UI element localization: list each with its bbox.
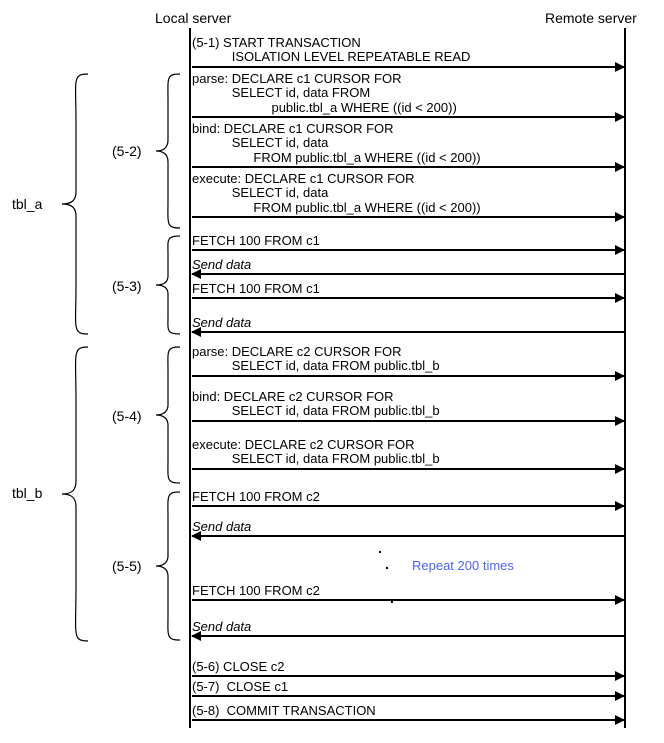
arrow-right-icon xyxy=(192,599,624,601)
msg-text: Send data xyxy=(192,258,624,273)
msg-5-2-parse: parse: DECLARE c1 CURSOR FOR SELECT id, … xyxy=(192,72,624,118)
step-label-5-3: (5-3) xyxy=(112,278,142,294)
ellipsis-dot-icon: . xyxy=(378,540,382,556)
msg-text: Send data xyxy=(192,316,624,331)
arrow-right-icon xyxy=(192,675,624,677)
msg-text: bind: DECLARE c1 CURSOR FOR SELECT id, d… xyxy=(192,122,624,166)
arrow-right-icon xyxy=(192,116,624,118)
msg-5-4-bind: bind: DECLARE c2 CURSOR FOR SELECT id, d… xyxy=(192,390,624,422)
msg-5-4-execute: execute: DECLARE c2 CURSOR FOR SELECT id… xyxy=(192,438,624,470)
msg-text: FETCH 100 FROM c1 xyxy=(192,282,624,297)
msg-5-5-send-2: Send data xyxy=(192,620,624,637)
arrow-right-icon xyxy=(192,420,624,422)
msg-text: parse: DECLARE c1 CURSOR FOR SELECT id, … xyxy=(192,72,624,116)
arrow-right-icon xyxy=(192,719,624,721)
arrow-right-icon xyxy=(192,375,624,377)
arrow-left-icon xyxy=(192,273,624,275)
arrow-left-icon xyxy=(192,635,624,637)
arrow-right-icon xyxy=(192,695,624,697)
msg-text: Send data xyxy=(192,620,624,635)
msg-text: (5-1) START TRANSACTION ISOLATION LEVEL … xyxy=(192,36,624,66)
arrow-right-icon xyxy=(192,166,624,168)
msg-5-5-fetch-2: FETCH 100 FROM c2 xyxy=(192,584,624,601)
msg-5-2-bind: bind: DECLARE c1 CURSOR FOR SELECT id, d… xyxy=(192,122,624,168)
msg-text: (5-7) CLOSE c1 xyxy=(192,680,624,695)
msg-5-5-send-1: Send data xyxy=(192,520,624,537)
msg-text: Send data xyxy=(192,520,624,535)
msg-5-3-send-2: Send data xyxy=(192,316,624,333)
arrow-right-icon xyxy=(192,297,624,299)
step-label-5-2: (5-2) xyxy=(112,143,142,159)
arrow-right-icon xyxy=(192,66,624,68)
arrow-left-icon xyxy=(192,331,624,333)
msg-5-3-fetch-2: FETCH 100 FROM c1 xyxy=(192,282,624,299)
arrow-left-icon xyxy=(192,535,624,537)
msg-text: FETCH 100 FROM c2 xyxy=(192,490,624,505)
lifeline-local xyxy=(189,28,191,728)
participant-local: Local server xyxy=(155,10,231,26)
msg-text: FETCH 100 FROM c2 xyxy=(192,584,624,599)
msg-text: FETCH 100 FROM c1 xyxy=(192,234,624,249)
arrow-right-icon xyxy=(192,249,624,251)
sequence-diagram: Local server Remote server tbl_a tbl_b (… xyxy=(0,0,664,743)
ellipsis-dot-icon: . xyxy=(385,556,389,572)
msg-text: (5-6) CLOSE c2 xyxy=(192,660,624,675)
brace-label-tbl-a: tbl_a xyxy=(12,196,42,212)
msg-5-3-fetch-1: FETCH 100 FROM c1 xyxy=(192,234,624,251)
brace-label-tbl-b: tbl_b xyxy=(12,485,42,501)
msg-text: execute: DECLARE c1 CURSOR FOR SELECT id… xyxy=(192,172,624,216)
step-label-5-5: (5-5) xyxy=(112,558,142,574)
msg-5-7: (5-7) CLOSE c1 xyxy=(192,680,624,697)
participant-remote: Remote server xyxy=(545,10,637,26)
msg-5-1: (5-1) START TRANSACTION ISOLATION LEVEL … xyxy=(192,36,624,68)
msg-5-5-fetch-1: FETCH 100 FROM c2 xyxy=(192,490,624,507)
msg-text: parse: DECLARE c2 CURSOR FOR SELECT id, … xyxy=(192,345,624,375)
msg-5-4-parse: parse: DECLARE c2 CURSOR FOR SELECT id, … xyxy=(192,345,624,377)
msg-5-6: (5-6) CLOSE c2 xyxy=(192,660,624,677)
arrow-right-icon xyxy=(192,216,624,218)
msg-text: bind: DECLARE c2 CURSOR FOR SELECT id, d… xyxy=(192,390,624,420)
msg-5-2-execute: execute: DECLARE c1 CURSOR FOR SELECT id… xyxy=(192,172,624,218)
repeat-label: Repeat 200 times xyxy=(412,558,514,573)
msg-5-3-send-1: Send data xyxy=(192,258,624,275)
msg-text: execute: DECLARE c2 CURSOR FOR SELECT id… xyxy=(192,438,624,468)
arrow-right-icon xyxy=(192,505,624,507)
msg-text: (5-8) COMMIT TRANSACTION xyxy=(192,704,624,719)
step-label-5-4: (5-4) xyxy=(112,408,142,424)
msg-5-8: (5-8) COMMIT TRANSACTION xyxy=(192,704,624,721)
arrow-right-icon xyxy=(192,468,624,470)
